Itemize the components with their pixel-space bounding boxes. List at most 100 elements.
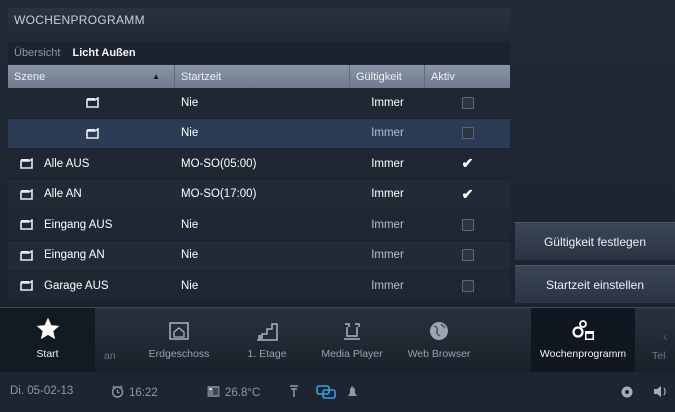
active-checkbox[interactable]: [461, 96, 474, 109]
table-body: Nie Immer Nie Immer Alle AUS MO-SO(05:00) Imme…: [8, 88, 510, 302]
active-checkbox-checked[interactable]: ✔: [462, 155, 474, 172]
start-time-cell: Nie: [181, 96, 199, 109]
globe-icon: [428, 308, 450, 342]
table-header: Szene ▲ Startzeit Gültigkeit Aktiv: [8, 65, 510, 88]
header-active[interactable]: Aktiv: [425, 65, 510, 88]
speaker-icon[interactable]: [653, 385, 669, 398]
table-row[interactable]: Garage AUS Nie Immer: [8, 271, 510, 302]
dock-erdgeschoss[interactable]: Erdgeschoss: [135, 308, 223, 373]
dock-1-etage[interactable]: 1. Etage: [228, 308, 306, 373]
scene-name: Eingang AN: [44, 249, 105, 262]
scene-cell: Alle AUS: [8, 149, 175, 179]
active-cell: ✔: [425, 149, 510, 179]
tab-overview[interactable]: Übersicht: [8, 47, 66, 59]
active-checkbox[interactable]: [461, 218, 474, 231]
scene-icon: [86, 97, 100, 109]
tab-licht-aussen[interactable]: Licht Außen: [66, 47, 141, 59]
alarm-bell-icon[interactable]: [347, 385, 358, 398]
thermostat-icon: [207, 385, 220, 401]
app-dock: Start an Erdgeschoss 1. Etage Media Play…: [0, 307, 675, 373]
status-time: 16:22: [129, 387, 158, 399]
dock-1-etage-label: 1. Etage: [247, 348, 287, 360]
dock-media-player[interactable]: Media Player: [313, 308, 391, 373]
house-icon: [168, 308, 190, 342]
status-temperature: 26.8°C: [207, 385, 260, 401]
validity-cell: Immer: [371, 279, 404, 292]
table-row[interactable]: Nie Immer: [8, 88, 510, 119]
app-window: WOCHENPROGRAMM Übersicht Licht Außen Sze…: [0, 0, 675, 412]
header-validity-label: Gültigkeit: [356, 70, 402, 83]
active-checkbox[interactable]: [461, 249, 474, 262]
dock-web-browser[interactable]: Web Browser: [398, 308, 480, 373]
status-date: Di. 05-02-13: [10, 385, 74, 397]
dock-web-browser-label: Web Browser: [407, 348, 471, 360]
scene-cell: [8, 88, 175, 118]
media-player-icon: [341, 308, 363, 342]
weekly-program-panel: WOCHENPROGRAMM Übersicht Licht Außen Sze…: [8, 8, 510, 304]
scene-name: Garage AUS: [44, 279, 109, 292]
schedule-table: Szene ▲ Startzeit Gültigkeit Aktiv Nie Im…: [8, 65, 510, 302]
header-scene[interactable]: Szene ▲: [8, 65, 175, 88]
alarm-clock-icon: [111, 385, 124, 401]
set-validity-button[interactable]: Gültigkeit festlegen: [515, 222, 675, 260]
start-time-cell: Nie: [181, 249, 199, 262]
star-icon: [35, 308, 61, 342]
start-time-cell: MO-SO(05:00): [181, 157, 257, 170]
scene-name: Eingang AUS: [44, 218, 113, 231]
dock-partial-right: Tel: [652, 350, 666, 362]
active-cell: [425, 271, 510, 301]
status-bar: Di. 05-02-13 16:22 26.8°C: [0, 372, 675, 412]
dock-media-player-label: Media Player: [321, 348, 383, 360]
active-cell: ✔: [425, 180, 510, 210]
active-cell: [425, 88, 510, 118]
scene-cell: Alle AN: [8, 180, 175, 210]
dock-erdgeschoss-label: Erdgeschoss: [148, 348, 210, 360]
table-row[interactable]: Nie Immer: [8, 118, 510, 149]
start-time-cell: Nie: [181, 218, 199, 231]
scene-cell: [8, 119, 175, 149]
sort-ascending-icon: ▲: [152, 72, 160, 81]
validity-cell: Immer: [371, 157, 404, 170]
table-row[interactable]: Alle AN MO-SO(17:00) Immer ✔: [8, 179, 510, 210]
header-validity[interactable]: Gültigkeit: [350, 65, 425, 88]
header-scene-label: Szene: [14, 70, 46, 83]
scene-name: Alle AUS: [44, 157, 90, 170]
antenna-icon[interactable]: [289, 385, 299, 398]
dock-wochenprogramm[interactable]: Wochenprogramm: [531, 308, 635, 373]
validity-cell: Immer: [371, 96, 404, 109]
header-start-label: Startzeit: [181, 70, 222, 83]
scene-icon: [20, 219, 34, 231]
network-icon[interactable]: [316, 385, 336, 399]
dock-start-label: Start: [36, 348, 59, 360]
active-checkbox[interactable]: [461, 279, 474, 292]
dock-scroll-right-icon[interactable]: ‹: [663, 328, 668, 344]
scene-icon: [20, 158, 34, 170]
start-time-cell: Nie: [181, 279, 199, 292]
header-start[interactable]: Startzeit: [175, 65, 350, 88]
tab-bar: Übersicht Licht Außen: [8, 42, 510, 64]
active-checkbox-checked[interactable]: ✔: [462, 186, 474, 203]
gears-calendar-icon: [570, 308, 596, 342]
scene-icon: [20, 249, 34, 261]
table-row[interactable]: Eingang AUS Nie Immer: [8, 210, 510, 241]
active-checkbox[interactable]: [461, 127, 474, 140]
scene-cell: Eingang AUS: [8, 210, 175, 240]
table-row[interactable]: Alle AUS MO-SO(05:00) Immer ✔: [8, 149, 510, 180]
settings-icon[interactable]: [620, 385, 634, 399]
dock-partial-left: an: [104, 350, 116, 362]
scene-name: Alle AN: [44, 188, 82, 201]
header-active-label: Aktiv: [431, 70, 455, 83]
validity-cell: Immer: [371, 218, 404, 231]
scene-cell: Eingang AN: [8, 241, 175, 271]
dock-start[interactable]: Start: [0, 308, 95, 373]
panel-title: WOCHENPROGRAMM: [8, 8, 510, 32]
dock-wochenprogramm-label: Wochenprogramm: [539, 348, 627, 360]
validity-cell: Immer: [371, 188, 404, 201]
validity-cell: Immer: [371, 127, 404, 140]
scene-icon: [86, 127, 100, 139]
set-start-time-button[interactable]: Startzeit einstellen: [515, 265, 675, 303]
table-row[interactable]: Eingang AN Nie Immer: [8, 240, 510, 271]
status-clock: 16:22: [111, 385, 158, 401]
stairs-icon: [255, 308, 279, 342]
validity-cell: Immer: [371, 249, 404, 262]
